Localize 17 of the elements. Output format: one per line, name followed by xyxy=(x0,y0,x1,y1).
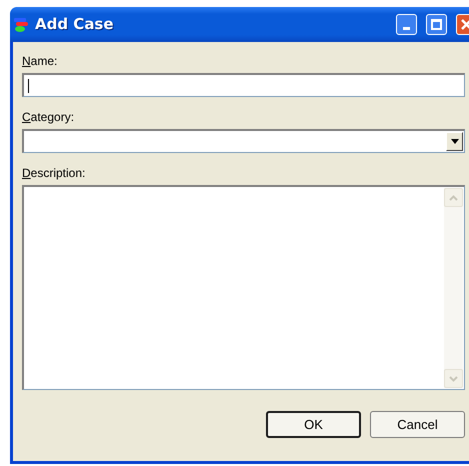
ok-button[interactable]: OK xyxy=(266,411,361,438)
field-label: Description: xyxy=(22,166,86,180)
app-icon xyxy=(13,16,29,32)
caret-icon xyxy=(450,139,458,144)
name-field[interactable] xyxy=(22,73,465,97)
window-title: Add Case xyxy=(35,14,115,36)
cancel-button[interactable]: Cancel xyxy=(370,411,465,438)
field-label: Category: xyxy=(22,110,76,124)
dropdown-button[interactable] xyxy=(446,132,463,151)
description-field[interactable] xyxy=(22,185,465,390)
maximize-icon xyxy=(431,19,442,30)
minimize-button[interactable] xyxy=(396,14,417,35)
close-icon xyxy=(461,19,469,30)
maximize-button[interactable] xyxy=(426,14,447,35)
minimize-icon xyxy=(403,27,410,30)
category-dropdown[interactable] xyxy=(22,129,465,153)
field-label: Name: xyxy=(22,54,58,68)
